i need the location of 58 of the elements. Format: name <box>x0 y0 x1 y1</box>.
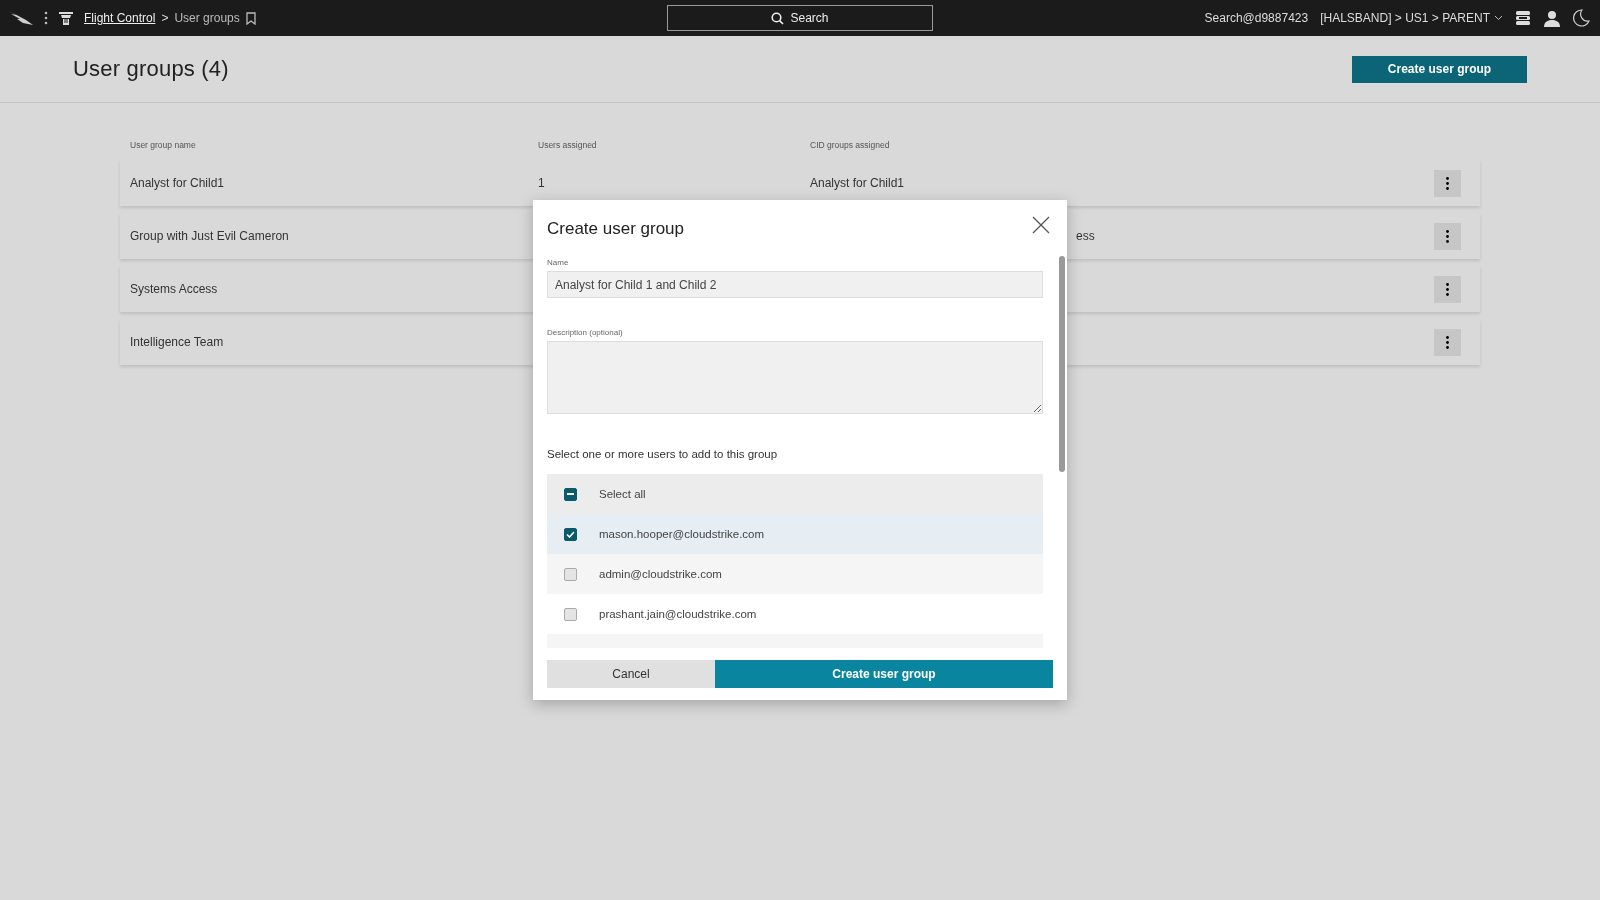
row-menu-button[interactable] <box>1434 275 1461 303</box>
checkmark-icon <box>566 530 575 538</box>
table-cell-text: ess <box>1075 229 1096 243</box>
create-group-button[interactable]: Create user group <box>715 660 1053 688</box>
breadcrumb-current: User groups <box>174 11 240 25</box>
option-label: Select all <box>599 488 646 500</box>
stack-icon[interactable] <box>1515 10 1531 26</box>
table-cell-text: Intelligence Team <box>129 335 225 349</box>
more-icon <box>1446 335 1449 349</box>
chevron-down-icon <box>1494 15 1503 21</box>
page-title: User groups (4) <box>73 56 229 82</box>
select-all-option[interactable]: Select all <box>547 474 1043 514</box>
table-cell-text: 1 <box>537 176 546 190</box>
description-input[interactable] <box>547 341 1043 414</box>
more-icon <box>1446 229 1449 243</box>
user-option[interactable]: mason.hooper@cloudstrike.com <box>547 514 1043 554</box>
user-option[interactable]: prashant.jain@cloudstrike.com <box>547 594 1043 634</box>
more-icon <box>1446 282 1449 296</box>
column-header: Users assigned <box>538 140 598 150</box>
checkbox[interactable] <box>564 527 577 541</box>
column-header: User group name <box>130 140 197 150</box>
instruction-text: Select one or more users to add to this group <box>547 448 779 460</box>
more-icon <box>1446 176 1449 190</box>
search-button[interactable]: Search <box>667 5 933 31</box>
tenant-selector[interactable]: [HALSBAND] > US1 > PARENT <box>1320 11 1503 25</box>
name-input[interactable]: Analyst for Child 1 and Child 2 <box>547 271 1043 298</box>
field-label: Name <box>547 258 570 267</box>
checkbox[interactable] <box>564 607 577 621</box>
cancel-button[interactable]: Cancel <box>547 660 715 688</box>
checkbox[interactable] <box>564 487 577 501</box>
user-icon[interactable] <box>1543 9 1561 27</box>
search-icon <box>771 11 785 25</box>
table-cell-text: Group with Just Evil Cameron <box>129 229 290 243</box>
table-cell-text: Analyst for Child1 <box>129 176 226 190</box>
option-label: prashant.jain@cloudstrike.com <box>599 608 757 620</box>
row-menu-button[interactable] <box>1434 169 1461 197</box>
create-group-button[interactable]: Create user group <box>1352 55 1527 83</box>
account-name: Search@d9887423 <box>1204 11 1309 25</box>
row-menu-button[interactable] <box>1434 328 1461 356</box>
checkbox[interactable] <box>564 567 577 581</box>
close-icon <box>1032 216 1050 234</box>
table-cell-text: Systems Access <box>129 282 219 296</box>
close-button[interactable] <box>1032 216 1050 234</box>
dialog-title: Create user group <box>547 218 685 240</box>
column-header: CID groups assigned <box>810 140 891 150</box>
moon-icon[interactable] <box>1573 9 1590 27</box>
more-icon[interactable] <box>44 11 48 25</box>
minus-icon <box>567 493 574 495</box>
breadcrumb-link[interactable]: Flight Control <box>84 11 156 25</box>
option-label: mason.hooper@cloudstrike.com <box>599 528 765 540</box>
scrollbar[interactable] <box>1059 256 1065 472</box>
field-label: Description (optional) <box>547 328 624 337</box>
tower-icon[interactable] <box>58 10 74 26</box>
bookmark-icon[interactable] <box>245 11 256 25</box>
breadcrumb-separator: > <box>161 11 169 25</box>
row-menu-button[interactable] <box>1434 222 1461 250</box>
option-label: admin@cloudstrike.com <box>599 568 722 580</box>
table-cell-text: Analyst for Child1 <box>809 176 906 190</box>
